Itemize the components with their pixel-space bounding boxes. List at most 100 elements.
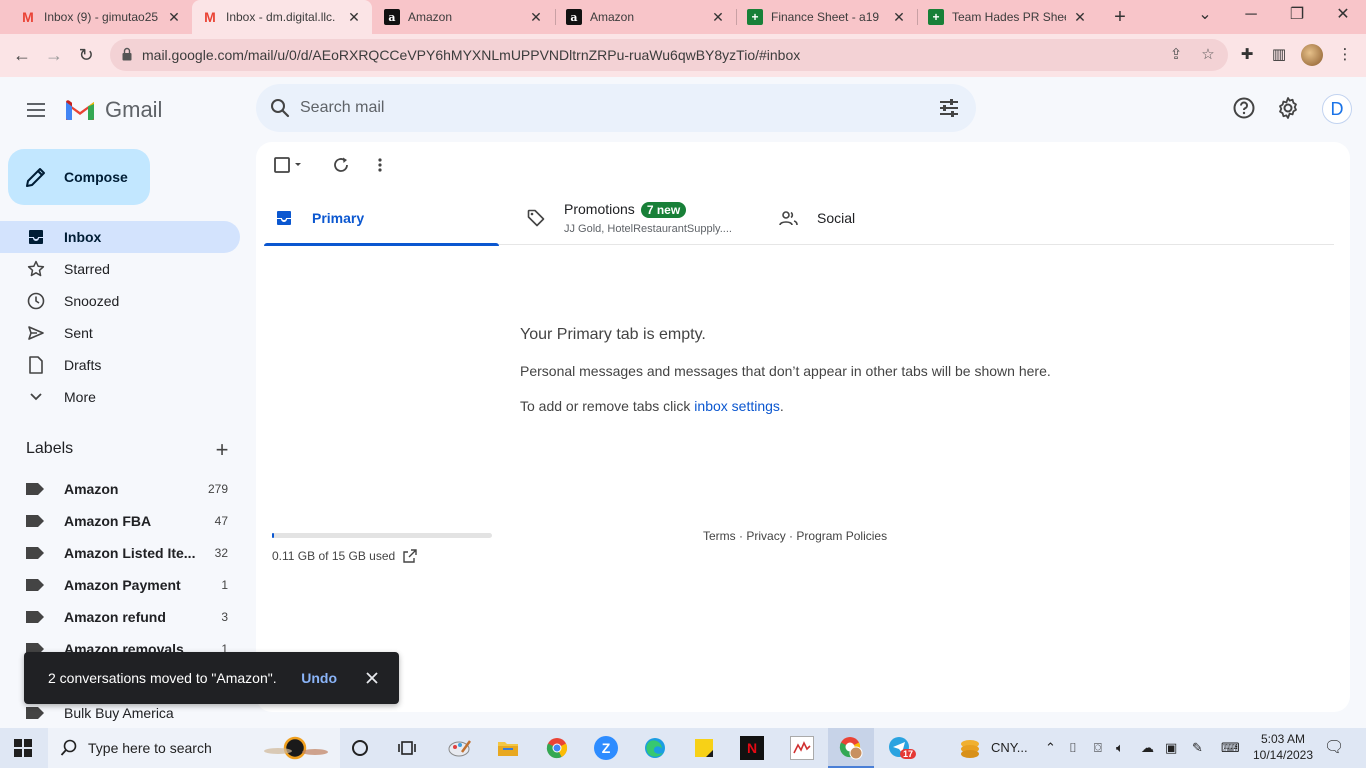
label-name: Bulk Buy America	[64, 705, 174, 721]
program-policies-link[interactable]: Program Policies	[796, 529, 887, 543]
sidebar-item-label: Inbox	[64, 229, 102, 245]
sidebar-item-label: Sent	[64, 325, 93, 341]
minimize-icon[interactable]: ─	[1228, 0, 1274, 34]
search-bar[interactable]: Search mail	[256, 84, 976, 132]
bookmark-star-icon[interactable]: ☆	[1198, 45, 1218, 65]
open-external-icon[interactable]	[403, 549, 417, 563]
gmail-logo[interactable]: Gmail	[64, 96, 162, 124]
sidebar-item-drafts[interactable]: Drafts	[0, 349, 240, 381]
file-explorer-icon[interactable]	[496, 736, 520, 760]
label-item-amazon-listed-items[interactable]: Amazon Listed Ite... 32	[0, 537, 240, 569]
close-tab-icon[interactable]: ✕	[891, 9, 907, 26]
search-input[interactable]: Search mail	[300, 84, 384, 132]
chrome-profile-icon[interactable]	[839, 736, 863, 760]
close-tab-icon[interactable]: ✕	[710, 9, 726, 26]
help-icon[interactable]	[1232, 96, 1256, 120]
label-item-amazon-refund[interactable]: Amazon refund 3	[0, 601, 240, 633]
browser-tab[interactable]: a Amazon ✕	[374, 0, 554, 34]
label-item-amazon-fba[interactable]: Amazon FBA 47	[0, 505, 240, 537]
new-count-badge: 7 new	[640, 201, 687, 218]
notifications-icon[interactable]: 🗨︎	[1324, 728, 1344, 768]
label-name: Amazon Listed Ite...	[64, 545, 196, 561]
keyboard-icon[interactable]: ⌨	[1221, 728, 1240, 768]
browser-profile-avatar[interactable]	[1301, 44, 1323, 66]
close-tab-icon[interactable]: ✕	[528, 9, 544, 26]
netflix-icon[interactable]: N	[740, 736, 764, 760]
cortana-icon[interactable]	[348, 736, 372, 760]
browser-tab[interactable]: + Team Hades PR Shee ✕	[918, 0, 1098, 34]
privacy-link[interactable]: Privacy	[746, 529, 785, 543]
search-options-icon[interactable]	[938, 97, 960, 119]
extensions-puzzle-icon[interactable]: ✚	[1236, 44, 1258, 66]
paint-app-icon[interactable]	[448, 736, 472, 760]
windows-start-icon[interactable]	[14, 739, 32, 757]
tab-social[interactable]: Social	[779, 190, 979, 245]
taskbar-search[interactable]: Type here to search	[48, 728, 340, 768]
stock-app-icon[interactable]	[790, 736, 814, 760]
close-window-icon[interactable]: ✕	[1320, 0, 1366, 34]
sticky-notes-icon[interactable]	[692, 736, 716, 760]
close-icon[interactable]	[363, 669, 381, 687]
sidebar-item-more[interactable]: More	[0, 381, 240, 413]
browser-tab-active[interactable]: M Inbox - dm.digital.llc. ✕	[192, 0, 372, 34]
sidebar-item-starred[interactable]: Starred	[0, 253, 240, 285]
tab-primary[interactable]: Primary	[264, 190, 499, 246]
inbox-settings-link[interactable]: inbox settings	[694, 398, 780, 414]
currency-ticker-text[interactable]: CNY...	[991, 728, 1028, 768]
storage-usage-text: 0.11 GB of 15 GB used	[272, 549, 396, 563]
undo-button[interactable]: Undo	[301, 670, 337, 686]
search-icon[interactable]	[270, 98, 290, 118]
label-item-amazon-payment[interactable]: Amazon Payment 1	[0, 569, 240, 601]
browser-tab[interactable]: a Amazon ✕	[556, 0, 736, 34]
chrome-icon[interactable]	[545, 736, 569, 760]
settings-gear-icon[interactable]	[1276, 96, 1300, 120]
label-count: 279	[207, 482, 228, 496]
share-icon[interactable]: ⇪	[1166, 45, 1186, 65]
browser-tab[interactable]: + Finance Sheet - a19 ✕	[737, 0, 917, 34]
reload-icon[interactable]: ↻	[72, 41, 100, 69]
webcam-icon[interactable]: ⌼	[1094, 728, 1102, 768]
refresh-icon[interactable]	[332, 154, 350, 176]
display-icon[interactable]: ▣	[1165, 728, 1177, 768]
account-avatar[interactable]: D	[1322, 94, 1352, 124]
telegram-icon[interactable]: 17	[888, 736, 917, 760]
add-label-icon[interactable]: +	[212, 439, 232, 461]
edge-icon[interactable]	[643, 736, 667, 760]
show-hidden-icons-chevron-icon[interactable]: ⌃	[1045, 728, 1056, 768]
browser-tab-title: Team Hades PR Shee	[952, 10, 1066, 24]
sidebar-item-inbox[interactable]: Inbox	[0, 221, 240, 253]
gmail-m-icon	[66, 100, 94, 120]
mail-list-panel: Primary Promotions 7 new JJ Gold, HotelRe…	[256, 142, 1350, 712]
system-clock[interactable]: 5:03 AM 10/14/2023	[1246, 731, 1320, 763]
restore-icon[interactable]: ❐	[1274, 0, 1320, 34]
pen-icon[interactable]: ✎	[1192, 728, 1203, 768]
select-all-checkbox[interactable]	[274, 154, 302, 176]
usb-device-icon[interactable]: ⌷	[1069, 728, 1077, 768]
close-tab-icon[interactable]: ✕	[1072, 9, 1088, 26]
taskbar-search-input[interactable]: Type here to search	[88, 740, 212, 756]
close-tab-icon[interactable]: ✕	[346, 9, 362, 26]
footer-separator: ·	[789, 529, 794, 543]
new-tab-icon[interactable]: +	[1108, 5, 1132, 29]
close-tab-icon[interactable]: ✕	[166, 9, 182, 26]
chrome-menu-icon[interactable]: ⋮	[1334, 44, 1356, 66]
main-menu-icon[interactable]	[22, 96, 50, 124]
forward-icon[interactable]: →	[40, 41, 68, 69]
network-disconnected-icon[interactable]: ☁︎	[1141, 728, 1154, 768]
task-view-icon[interactable]	[396, 736, 420, 760]
tab-search-chevron-icon[interactable]: ⌄	[1182, 0, 1228, 34]
label-item-amazon[interactable]: Amazon 279	[0, 473, 240, 505]
zoom-icon[interactable]: Z	[594, 736, 618, 760]
compose-button[interactable]: Compose	[8, 149, 150, 205]
address-bar[interactable]: mail.google.com/mail/u/0/d/AEoRXRQCCeVPY…	[110, 39, 1228, 71]
side-panel-icon[interactable]: ▥	[1268, 44, 1290, 66]
tab-promotions[interactable]: Promotions 7 new JJ Gold, HotelRestaurant…	[526, 190, 766, 245]
back-icon[interactable]: ←	[8, 41, 36, 69]
sidebar-item-snoozed[interactable]: Snoozed	[0, 285, 240, 317]
volume-icon[interactable]: 🔈︎	[1116, 728, 1124, 768]
terms-link[interactable]: Terms	[703, 529, 736, 543]
more-options-icon[interactable]	[377, 154, 383, 176]
sidebar-item-sent[interactable]: Sent	[0, 317, 240, 349]
browser-tab[interactable]: M Inbox (9) - gimutao25 ✕	[0, 0, 192, 34]
snackbar-toast: 2 conversations moved to "Amazon". Undo	[24, 652, 399, 704]
